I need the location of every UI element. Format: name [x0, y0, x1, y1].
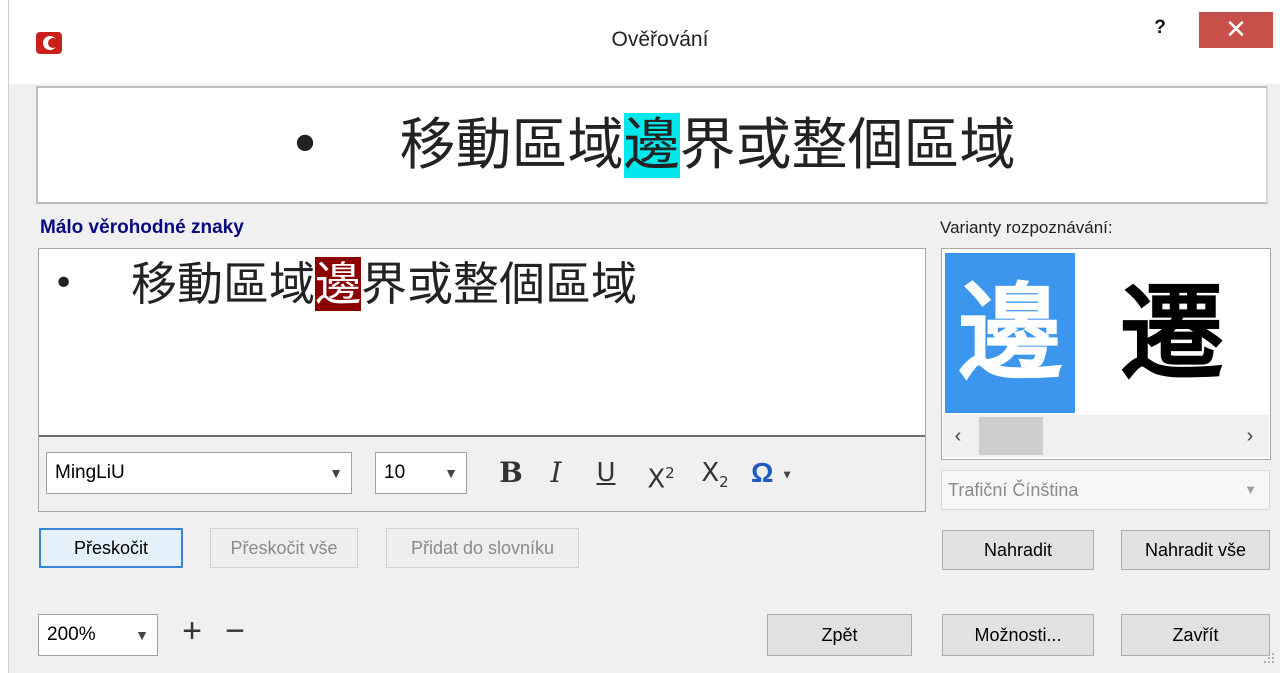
- preview-text-before: 移動區域: [399, 113, 624, 178]
- italic-button[interactable]: I: [540, 455, 572, 491]
- low-confidence-label: Málo věrohodné znaky: [40, 217, 244, 238]
- chevron-down-icon: ▼: [1244, 482, 1257, 497]
- chevron-down-icon: ▼: [444, 465, 458, 481]
- close-button[interactable]: Zavřít: [1121, 614, 1270, 656]
- preview-text: • 移動區域邊界或整個區域: [38, 103, 1266, 189]
- chevron-left-icon[interactable]: ‹: [943, 415, 973, 457]
- insert-symbol-button[interactable]: Ω ▼: [742, 455, 802, 491]
- variants-label: Varianty rozpoznávání:: [940, 218, 1113, 237]
- subscript-base: X: [701, 458, 720, 488]
- scrollbar-thumb[interactable]: [979, 417, 1043, 455]
- zoom-value: 200%: [47, 624, 96, 645]
- preview-text-after: 界或整個區域: [679, 113, 1016, 178]
- chevron-down-icon: ▼: [135, 627, 149, 643]
- resize-grip-icon[interactable]: [1262, 651, 1276, 665]
- caret-down-icon: ▼: [781, 467, 794, 482]
- superscript-base: X: [647, 464, 666, 495]
- chevron-down-icon: ▼: [329, 465, 343, 481]
- editor-text-after[interactable]: 界或整個區域: [361, 257, 637, 311]
- variant-item-selected[interactable]: 邊: [945, 253, 1075, 413]
- variants-scrollbar[interactable]: ‹ ›: [943, 415, 1269, 457]
- replace-all-button[interactable]: Nahradit vše: [1121, 530, 1270, 570]
- superscript-mark: 2: [665, 464, 675, 482]
- subscript-mark: 2: [719, 473, 729, 492]
- image-preview: • 移動區域邊界或整個區域: [36, 86, 1268, 204]
- font-size-value: 10: [384, 462, 406, 483]
- zoom-in-button[interactable]: +: [177, 611, 207, 651]
- replace-button[interactable]: Nahradit: [942, 530, 1094, 570]
- preview-highlight-char: 邊: [623, 113, 680, 178]
- options-button[interactable]: Možnosti...: [942, 614, 1094, 656]
- omega-icon: Ω: [750, 457, 774, 488]
- bold-button[interactable]: B: [495, 455, 527, 491]
- language-select-value: Trafiční Čínština: [948, 480, 1079, 500]
- language-select[interactable]: Trafiční Čínština ▼: [941, 470, 1270, 510]
- window-title: Ověřování: [611, 28, 709, 51]
- editor-text-before[interactable]: 移動區域: [131, 257, 315, 311]
- superscript-button[interactable]: X2: [636, 455, 686, 495]
- skip-all-button[interactable]: Přeskočit vše: [210, 528, 358, 568]
- zoom-select[interactable]: 200% ▼: [38, 614, 158, 656]
- preview-bullet: •: [288, 113, 322, 178]
- underline-button[interactable]: U: [590, 455, 622, 491]
- skip-button[interactable]: Přeskočit: [39, 528, 183, 568]
- font-select-value: MingLiU: [55, 462, 125, 483]
- variants-list[interactable]: 邊 遷 ‹ ›: [941, 248, 1271, 460]
- back-button[interactable]: Zpět: [767, 614, 912, 656]
- editor-bullet: •: [53, 263, 75, 304]
- font-select[interactable]: MingLiU ▼: [46, 452, 352, 494]
- editor-text[interactable]: • 移動區域邊界或整個區域: [53, 249, 637, 319]
- zoom-out-button[interactable]: −: [218, 611, 252, 651]
- help-button[interactable]: ?: [1145, 13, 1175, 43]
- uncertain-char[interactable]: 邊: [315, 257, 361, 311]
- subscript-button[interactable]: X2: [690, 455, 740, 491]
- close-window-button[interactable]: ✕: [1199, 12, 1273, 48]
- app-logo-icon: [36, 32, 62, 54]
- chevron-right-icon[interactable]: ›: [1233, 415, 1267, 457]
- add-to-dictionary-button[interactable]: Přidat do slovníku: [386, 528, 579, 568]
- variant-item[interactable]: 遷: [1092, 253, 1252, 413]
- font-size-select[interactable]: 10 ▼: [375, 452, 467, 494]
